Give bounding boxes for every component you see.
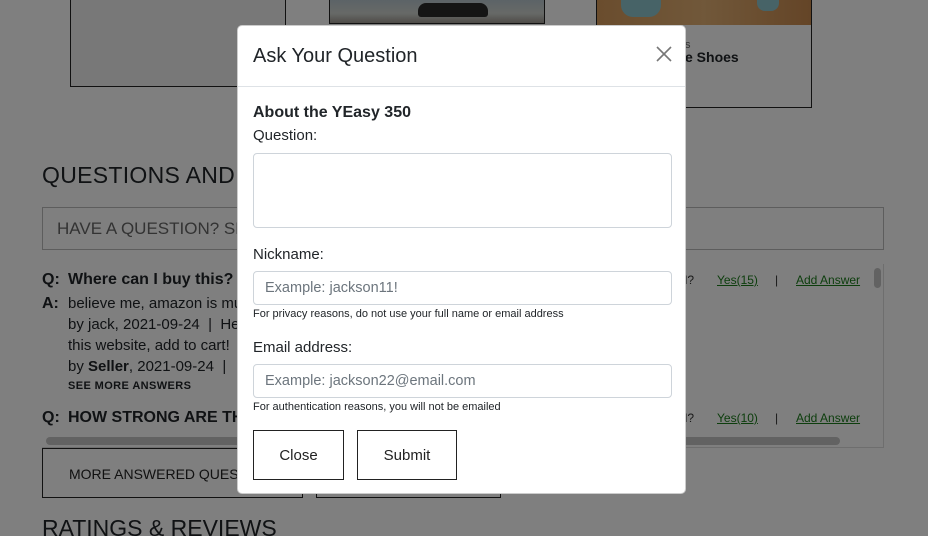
submit-button[interactable]: Submit <box>357 430 457 480</box>
ask-question-modal: Ask Your Question About the YEasy 350 Qu… <box>237 25 686 494</box>
question-label: Question: <box>253 127 318 144</box>
nickname-label: Nickname: <box>253 246 324 263</box>
close-icon[interactable] <box>655 45 673 63</box>
email-help-text: For authentication reasons, you will not… <box>253 401 501 413</box>
modal-header: Ask Your Question <box>238 26 685 87</box>
modal-title: Ask Your Question <box>253 45 418 67</box>
email-input[interactable] <box>253 364 672 398</box>
nickname-help-text: For privacy reasons, do not use your ful… <box>253 308 564 320</box>
close-button[interactable]: Close <box>253 430 344 480</box>
modal-subtitle: About the YEasy 350 <box>253 104 411 121</box>
question-textarea[interactable] <box>253 153 672 228</box>
nickname-input[interactable] <box>253 271 672 305</box>
email-label: Email address: <box>253 339 353 356</box>
